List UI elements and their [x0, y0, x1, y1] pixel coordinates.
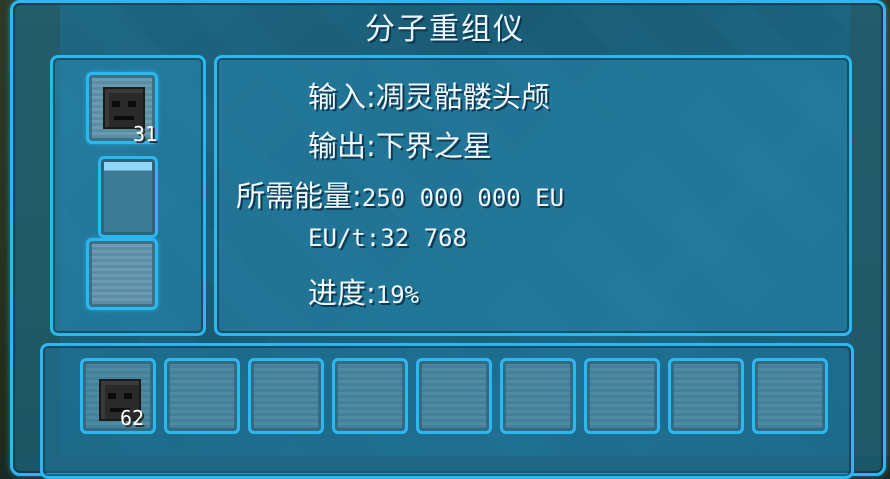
input-row: 输入:凋灵骷髅头颅: [308, 74, 550, 116]
inventory-slot[interactable]: [248, 358, 324, 434]
energy-row: 所需能量:250 000 000 EU: [236, 173, 564, 215]
inventory-slot-count: 62: [120, 406, 145, 430]
input-label: 输入:: [308, 80, 376, 114]
energy-value: 250 000 000 EU: [361, 184, 565, 212]
inventory-slot[interactable]: [164, 358, 240, 434]
progress-label: 进度:: [308, 276, 376, 310]
energy-label: 所需能量:: [236, 179, 362, 213]
inventory-slot[interactable]: [332, 358, 408, 434]
eut-label: EU/t:: [308, 224, 381, 252]
inventory-slot[interactable]: [668, 358, 744, 434]
machine-title: 分子重组仪: [365, 12, 525, 47]
energy-storage-bar: [98, 156, 158, 238]
inventory-slot[interactable]: [416, 358, 492, 434]
inventory-slot[interactable]: [80, 358, 156, 434]
inventory-slot[interactable]: [584, 358, 660, 434]
progress-row: 进度:19%: [308, 270, 419, 312]
output-row: 输出:下界之星: [308, 123, 492, 165]
progress-value: 19%: [375, 281, 420, 309]
input-slot-count: 31: [133, 122, 158, 146]
input-value: 凋灵骷髅头颅: [375, 80, 550, 114]
inventory-slot[interactable]: [500, 358, 576, 434]
output-label: 输出:: [308, 129, 376, 163]
output-slot[interactable]: [86, 238, 158, 310]
output-value: 下界之星: [375, 129, 492, 163]
inventory-slot[interactable]: [752, 358, 828, 434]
eut-value: 32 768: [380, 224, 467, 252]
eut-row: EU/t:32 768: [308, 224, 467, 252]
